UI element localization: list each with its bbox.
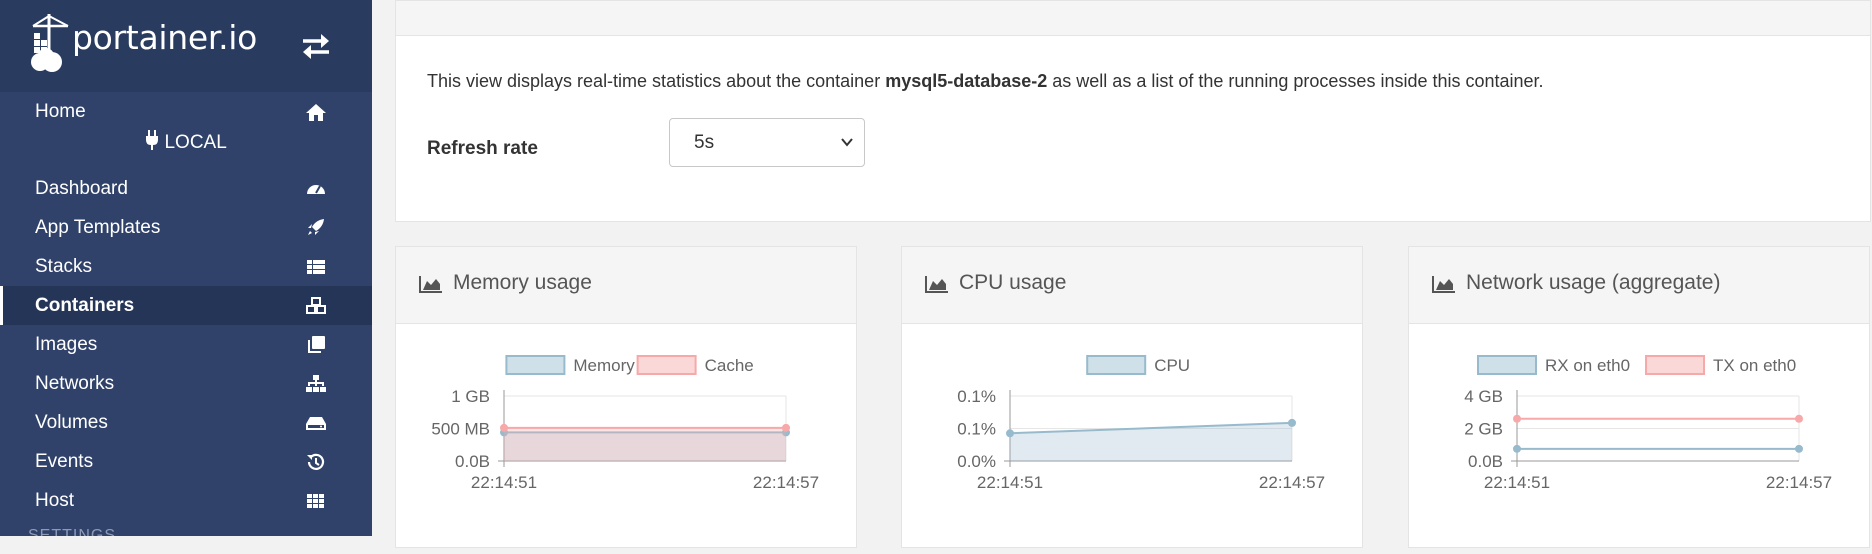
legend-swatch (1086, 355, 1147, 375)
memory-usage-chart: Memory Cache 1 GB 500 MB 0.0B 22:14:51 22:14:5… (431, 355, 819, 492)
sidebar-item-label: Containers (35, 295, 135, 316)
history-icon (307, 453, 325, 470)
x-tick-label: 22:14:51 (977, 473, 1043, 492)
sidebar-item-containers[interactable]: Containers (0, 286, 372, 325)
sidebar-item-label: Stacks (35, 256, 93, 277)
sidebar-item-events[interactable]: Events (0, 442, 372, 481)
y-tick-label: 0.0B (455, 452, 490, 471)
sidebar-item-label: Events (35, 451, 94, 472)
sidebar-item-volumes[interactable]: Volumes (0, 403, 372, 442)
stats-info-panel: This view displays real-time statistics … (395, 0, 1871, 222)
data-point (500, 423, 508, 432)
sidebar-item-host[interactable]: Host (0, 481, 372, 520)
memory-usage-panel: Memory usage Memory Cache 1 GB 500 MB 0.0B 22… (395, 246, 857, 548)
sidebar-header: portainer.io (0, 0, 372, 92)
data-point (1795, 444, 1803, 453)
chevron-down-icon (841, 138, 853, 147)
sitemap-icon (306, 375, 326, 392)
legend-label: Memory (573, 356, 635, 375)
x-tick-label: 22:14:51 (1484, 473, 1550, 492)
th-list-icon (307, 260, 325, 274)
y-tick-label: 0.1% (957, 420, 996, 439)
x-tick-label: 22:14:57 (1259, 473, 1325, 492)
th-icon (307, 494, 324, 508)
data-point (782, 423, 790, 432)
panel-header: Network usage (aggregate) (1409, 247, 1869, 324)
refresh-rate-select[interactable]: 5s (669, 118, 865, 167)
sidebar-item-label: Home (35, 101, 86, 122)
y-tick-label: 4 GB (1464, 387, 1503, 406)
sidebar-item-dashboard[interactable]: Dashboard (0, 169, 372, 208)
panel-header (396, 1, 1870, 36)
container-name: mysql5-database-2 (885, 71, 1048, 91)
sidebar-item-label: Dashboard (35, 178, 128, 199)
legend-label: CPU (1154, 356, 1190, 375)
legend-label: TX on eth0 (1713, 356, 1796, 375)
endpoint-name: LOCAL (164, 132, 227, 153)
endpoint-label: LOCAL (0, 130, 372, 154)
sidebar-item-label: App Templates (35, 217, 161, 238)
chart-title: Network usage (aggregate) (1466, 271, 1721, 294)
clone-icon (308, 336, 325, 353)
x-tick-label: 22:14:57 (1766, 473, 1832, 492)
portainer-logo-icon (31, 14, 69, 72)
chart-title: Memory usage (453, 271, 592, 294)
x-tick-label: 22:14:51 (471, 473, 537, 492)
legend-label: Cache (705, 356, 754, 375)
cpu-usage-chart: CPU 0.1% 0.1% 0.0% 22:14:51 22:14:57 (957, 355, 1325, 492)
data-point (1795, 414, 1803, 423)
exchange-icon[interactable] (301, 32, 331, 60)
panel-header: CPU usage (902, 247, 1362, 324)
x-tick-label: 22:14:57 (753, 473, 819, 492)
stats-description: This view displays real-time statistics … (427, 71, 1544, 92)
refresh-rate-label: Refresh rate (427, 138, 538, 159)
legend-swatch (636, 355, 697, 375)
refresh-rate-value: 5s (694, 132, 715, 153)
sidebar-item-images[interactable]: Images (0, 325, 372, 364)
description-suffix: as well as a list of the running process… (1047, 71, 1544, 91)
y-tick-label: 2 GB (1464, 420, 1503, 439)
sidebar-item-home[interactable]: Home (0, 92, 372, 131)
sidebar-item-stacks[interactable]: Stacks (0, 247, 372, 286)
data-point (1513, 414, 1521, 423)
area-chart-icon (925, 276, 948, 293)
sidebar-item-label: Networks (35, 373, 115, 394)
y-tick-label: 0.0% (957, 452, 996, 471)
logo-text[interactable]: portainer.io (72, 18, 257, 57)
description-prefix: This view displays real-time statistics … (427, 71, 886, 91)
network-usage-panel: Network usage (aggregate) RX on eth0 TX o… (1408, 246, 1870, 548)
plug-icon (146, 130, 159, 150)
y-tick-label: 0.1% (957, 387, 996, 406)
data-point (1006, 429, 1014, 438)
sidebar-item-networks[interactable]: Networks (0, 364, 372, 403)
legend-swatch (1477, 355, 1537, 375)
legend-swatch (1645, 355, 1705, 375)
sidebar-item-label: Images (35, 334, 98, 355)
area-chart-icon (1432, 276, 1455, 293)
area-chart-icon (419, 276, 442, 293)
data-point (1513, 444, 1521, 453)
sidebar-item-app-templates[interactable]: App Templates (0, 208, 372, 247)
data-point (1288, 418, 1296, 427)
rocket-icon (308, 219, 324, 235)
sidebar-item-label: Host (35, 490, 75, 511)
sidebar-item-label: Volumes (35, 412, 108, 433)
chart-title: CPU usage (959, 271, 1067, 294)
y-tick-label: 0.0B (1468, 452, 1503, 471)
legend-label: RX on eth0 (1545, 356, 1630, 375)
hdd-icon (306, 417, 326, 430)
home-icon (306, 104, 326, 121)
cpu-usage-panel: CPU usage CPU 0.1% 0.1% 0.0% 22:14:51 22:14:5… (901, 246, 1363, 548)
panel-header: Memory usage (396, 247, 856, 324)
sidebar: portainer.io Home LOCAL Dashboard App Te… (0, 0, 372, 536)
y-tick-label: 1 GB (451, 387, 490, 406)
network-usage-chart: RX on eth0 TX on eth0 4 GB 2 GB 0.0B 22:14:51… (1464, 355, 1832, 492)
series-area (504, 427, 786, 461)
cubes-icon (306, 297, 326, 314)
settings-heading: SETTINGS (28, 527, 117, 536)
legend-swatch (505, 355, 566, 375)
y-tick-label: 500 MB (431, 420, 490, 439)
tachometer-icon (307, 185, 325, 194)
